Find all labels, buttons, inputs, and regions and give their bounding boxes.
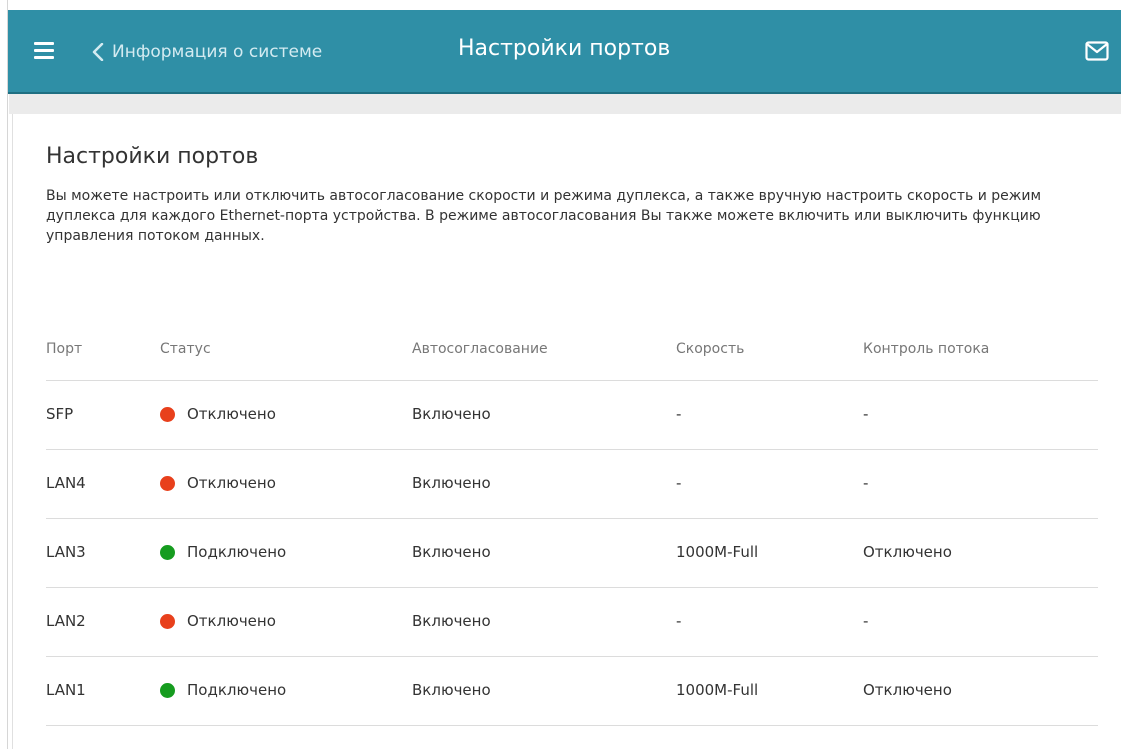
port-speed: -	[676, 405, 682, 423]
port-status-label: Отключено	[187, 474, 276, 492]
port-status: Отключено	[160, 612, 276, 630]
port-autonegotiation: Включено	[412, 612, 491, 630]
port-autonegotiation: Включено	[412, 405, 491, 423]
column-header-status: Статус	[160, 341, 211, 357]
back-link[interactable]: Информация о системе	[92, 38, 322, 66]
column-header-speed: Скорость	[676, 341, 745, 357]
port-status: Подключено	[160, 543, 286, 561]
header-title: Настройки портов	[458, 36, 671, 61]
column-header-flow-control: Контроль потока	[863, 341, 990, 357]
port-flow-control: -	[863, 405, 869, 423]
port-name: LAN3	[46, 543, 86, 561]
port-status-label: Отключено	[187, 405, 276, 423]
ports-table: Порт Статус Автосогласование Скорость Ко…	[46, 319, 1098, 726]
table-row[interactable]: LAN1 Подключено Включено 1000M-Full Откл…	[46, 657, 1098, 726]
port-flow-control: Отключено	[863, 681, 952, 699]
app-header: Информация о системе Настройки портов	[8, 10, 1121, 94]
port-status-label: Отключено	[187, 612, 276, 630]
status-dot-icon	[160, 544, 175, 560]
status-dot-icon	[160, 613, 175, 629]
port-autonegotiation: Включено	[412, 474, 491, 492]
port-name: LAN4	[46, 474, 86, 492]
port-flow-control: Отключено	[863, 543, 952, 561]
port-speed: 1000M-Full	[676, 543, 759, 561]
content-gap	[9, 94, 1121, 114]
status-dot-icon	[160, 475, 175, 491]
port-name: SFP	[46, 405, 74, 423]
table-row[interactable]: LAN4 Отключено Включено - -	[46, 450, 1098, 519]
back-link-label[interactable]: Информация о системе	[112, 42, 322, 62]
chevron-left-icon	[92, 43, 104, 61]
page-description: Вы можете настроить или отключить автосо…	[46, 188, 1042, 244]
table-row[interactable]: SFP Отключено Включено - -	[46, 381, 1098, 450]
page-title: Настройки портов	[46, 144, 259, 169]
port-autonegotiation: Включено	[412, 681, 491, 699]
port-autonegotiation: Включено	[412, 543, 491, 561]
port-status-label: Подключено	[187, 543, 287, 561]
status-dot-icon	[160, 406, 175, 422]
mail-icon[interactable]	[1085, 41, 1109, 61]
port-flow-control: -	[863, 612, 869, 630]
hamburger-menu-icon[interactable]	[34, 42, 54, 60]
port-name: LAN2	[46, 612, 86, 630]
table-row[interactable]: LAN2 Отключено Включено - -	[46, 588, 1098, 657]
port-status: Отключено	[160, 474, 276, 492]
port-speed: -	[676, 474, 682, 492]
column-header-port: Порт	[46, 341, 83, 357]
window-top-edge	[0, 0, 1121, 10]
port-status: Подключено	[160, 681, 286, 699]
table-row[interactable]: LAN3 Подключено Включено 1000M-Full Откл…	[46, 519, 1098, 588]
port-speed: -	[676, 612, 682, 630]
port-speed: 1000M-Full	[676, 681, 759, 699]
port-status-label: Подключено	[187, 681, 287, 699]
table-header: Порт Статус Автосогласование Скорость Ко…	[46, 319, 1098, 381]
status-dot-icon	[160, 682, 175, 698]
main-content: Настройки портов Вы можете настроить или…	[12, 114, 1121, 749]
port-flow-control: -	[863, 474, 869, 492]
port-status: Отключено	[160, 405, 276, 423]
column-header-autonegotiation: Автосогласование	[412, 341, 548, 357]
port-name: LAN1	[46, 681, 86, 699]
window-left-edge	[0, 0, 8, 749]
